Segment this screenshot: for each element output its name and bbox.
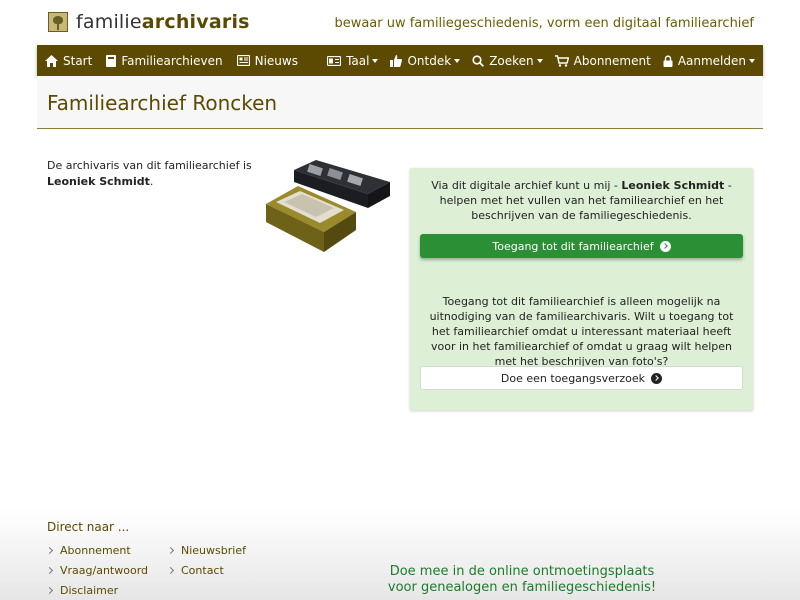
thumbs-up-icon: [390, 54, 403, 67]
access-archive-label: Toegang tot dit familiearchief: [492, 239, 654, 253]
footer-heading: Direct naar ...: [47, 520, 130, 534]
nav-label-aanmelden: Aanmelden: [677, 53, 746, 68]
nav-item-nieuws[interactable]: Nieuws: [236, 53, 298, 68]
intro-prefix: De archivaris van dit familiearchief is: [47, 159, 252, 172]
cart-icon: [554, 54, 569, 67]
logo-text: familiearchivaris: [76, 11, 250, 33]
footer-link-contact[interactable]: Contact: [166, 564, 224, 577]
chevron-right-icon: [45, 546, 54, 555]
nav-item-zoeken[interactable]: Zoeken: [472, 53, 543, 68]
chevron-right-icon: [45, 586, 54, 595]
footer-link-abonnement[interactable]: Abonnement: [45, 544, 131, 557]
access-panel: Via dit digitale archief kunt u mij - Le…: [410, 168, 753, 410]
footer-slogan: Doe mee in de online ontmoetingsplaats v…: [387, 564, 657, 595]
site-logo[interactable]: familiearchivaris: [48, 11, 250, 33]
footer-link-nieuwsbrief[interactable]: Nieuwsbrief: [166, 544, 246, 557]
chevron-down-icon: [454, 58, 461, 63]
top-bar: familiearchivaris bewaar uw familiegesch…: [0, 0, 800, 45]
nav-left: Start Familiearchieven Nieuws: [45, 54, 312, 68]
chevron-down-icon: [372, 58, 379, 63]
access-request-label: Doe een toegangsverzoek: [500, 371, 646, 385]
arrow-right-circle-icon: [659, 240, 671, 252]
access-request-button[interactable]: Doe een toegangsverzoek: [420, 366, 743, 390]
nav-item-taal[interactable]: Taal: [327, 53, 379, 68]
search-icon: [472, 54, 485, 67]
book-icon: [106, 54, 117, 67]
title-band: Familiearchief Roncken: [37, 76, 763, 129]
access-archive-button[interactable]: Toegang tot dit familiearchief: [420, 234, 743, 258]
page-title: Familiearchief Roncken: [47, 91, 278, 115]
nav-label-zoeken: Zoeken: [489, 53, 534, 68]
nav-label-abonnement: Abonnement: [573, 53, 651, 68]
archivist-intro: De archivaris van dit familiearchief is …: [47, 158, 257, 190]
archivist-name: Leoniek Schmidt: [47, 175, 150, 188]
panel-intro-text: Via dit digitale archief kunt u mij - Le…: [431, 179, 732, 222]
tagline: bewaar uw familiegeschiedenis, vorm een …: [334, 16, 754, 31]
footer-link-disclaimer[interactable]: Disclaimer: [45, 584, 118, 597]
footer: Direct naar ... Abonnement Vraag/antwoor…: [0, 510, 800, 600]
archive-box-illustration: [266, 160, 390, 252]
nav-item-start[interactable]: Start: [45, 54, 92, 68]
tree-logo-icon: [48, 12, 68, 32]
nav-item-familiearchieven[interactable]: Familiearchieven: [106, 53, 223, 68]
newspaper-icon: [236, 55, 250, 66]
panel-archivist-name: Leoniek Schmidt: [621, 179, 725, 192]
intro-suffix: .: [149, 175, 154, 188]
chevron-down-icon: [749, 58, 755, 63]
footer-link-vraag-antwoord[interactable]: Vraag/antwoord: [45, 564, 148, 577]
chevron-right-icon: [166, 566, 175, 575]
nav-item-abonnement[interactable]: Abonnement: [554, 53, 651, 68]
chevron-right-icon: [45, 566, 54, 575]
chevron-down-icon: [536, 58, 543, 63]
nav-item-ontdek[interactable]: Ontdek: [390, 53, 461, 68]
nav-label-start: Start: [63, 53, 93, 68]
lock-icon: [663, 55, 673, 67]
nav-label-familiearchieven: Familiearchieven: [121, 53, 223, 68]
home-icon: [45, 54, 58, 67]
chevron-right-icon: [166, 546, 175, 555]
nav-label-ontdek: Ontdek: [407, 53, 452, 68]
nav-item-aanmelden[interactable]: Aanmelden: [663, 54, 755, 68]
main-navbar: Start Familiearchieven Nieuws Taal Ontde…: [37, 45, 763, 76]
panel-access-info: Toegang tot dit familiearchief is alleen…: [429, 295, 734, 368]
arrow-right-circle-icon: [651, 372, 663, 384]
nav-label-taal: Taal: [346, 53, 370, 68]
nav-label-nieuws: Nieuws: [254, 53, 298, 68]
nav-right: Taal Ontdek Zoeken Abonnement Aanmelden: [315, 54, 755, 68]
language-icon: [327, 55, 342, 66]
